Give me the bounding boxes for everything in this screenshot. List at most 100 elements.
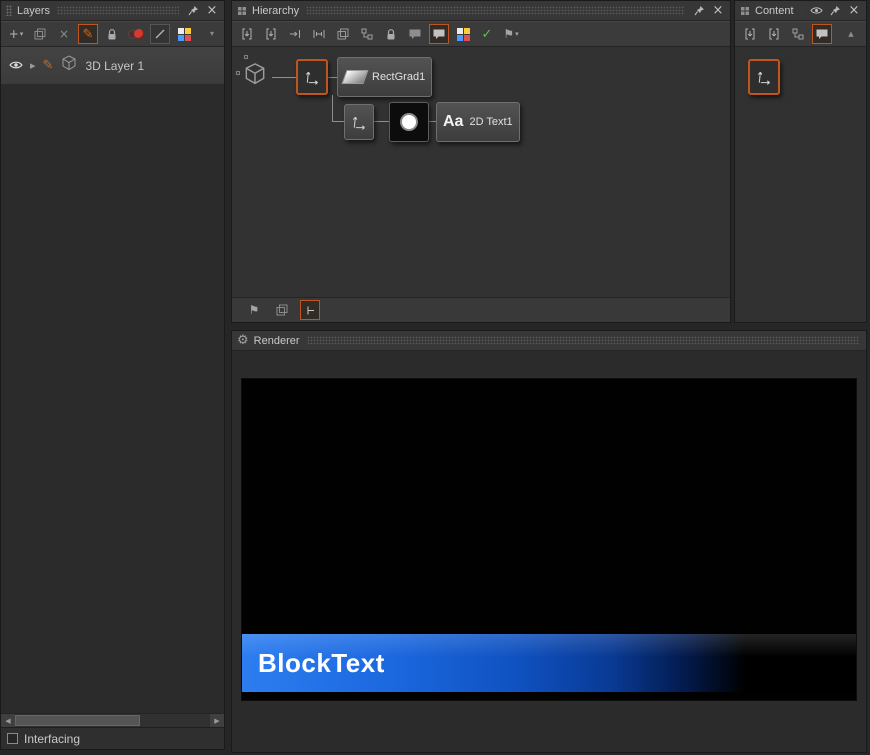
- titlebar-texture: [307, 336, 859, 345]
- import-bracket-button[interactable]: [237, 24, 257, 44]
- scrollbar-track[interactable]: [15, 714, 210, 727]
- node-colors-button[interactable]: [453, 24, 473, 44]
- renderer-panel-title: Renderer: [254, 335, 300, 347]
- layers-panel-title: Layers: [17, 5, 50, 17]
- transform-node-selected[interactable]: [296, 59, 328, 95]
- lock-layer-button[interactable]: [102, 24, 122, 44]
- lock-node-button[interactable]: [381, 24, 401, 44]
- export-bracket-button[interactable]: [261, 24, 281, 44]
- content-list[interactable]: [735, 47, 866, 322]
- content-transform-item-selected[interactable]: [748, 59, 780, 95]
- interfacing-checkbox[interactable]: [7, 733, 18, 744]
- add-layer-button[interactable]: +▾: [6, 24, 26, 44]
- application-window: Layers × +▾ × ✎: [0, 0, 870, 755]
- node-label: 2D Text1: [469, 116, 512, 128]
- snap-to-edge-button[interactable]: [285, 24, 305, 44]
- material-node[interactable]: [389, 102, 429, 142]
- edit-pencil-icon[interactable]: ✎: [43, 58, 54, 73]
- layer-row[interactable]: ▸ ✎ 3D Layer 1: [1, 47, 224, 85]
- expand-arrow-icon[interactable]: ▸: [30, 59, 36, 72]
- eye-icon[interactable]: [809, 4, 823, 18]
- layer-list: ▸ ✎ 3D Layer 1: [1, 47, 224, 713]
- renderer-titlebar[interactable]: ⚙ Renderer: [232, 331, 866, 351]
- node-connector: [332, 95, 333, 122]
- record-icon: [128, 29, 144, 39]
- duplicate-node-button[interactable]: [333, 24, 353, 44]
- titlebar-texture: [306, 6, 685, 15]
- distribute-horizontal-button[interactable]: [309, 24, 329, 44]
- close-icon[interactable]: ×: [711, 4, 725, 18]
- slash-icon: [154, 28, 166, 40]
- content-panel: Content × ▲: [734, 0, 867, 323]
- pin-icon[interactable]: [828, 4, 842, 18]
- line-tool-button[interactable]: [150, 24, 170, 44]
- layers-filter-button[interactable]: [272, 300, 292, 320]
- layer-name: 3D Layer 1: [85, 59, 144, 73]
- colors-button[interactable]: [174, 24, 194, 44]
- close-icon[interactable]: ×: [847, 4, 861, 18]
- content-titlebar[interactable]: Content ×: [735, 1, 866, 21]
- node-connector: [429, 121, 436, 122]
- duplicate-icon: [337, 28, 349, 40]
- node-label: RectGrad1: [372, 71, 425, 83]
- renderer-panel: ⚙ Renderer BlockText: [231, 330, 867, 753]
- interfacing-label: Interfacing: [24, 732, 80, 746]
- flag-icon: ⚑: [503, 28, 514, 40]
- branch-view-toggle[interactable]: [300, 300, 320, 320]
- edit-layer-button[interactable]: ✎: [78, 24, 98, 44]
- import-bracket-button[interactable]: [740, 24, 760, 44]
- bracket-down-icon: [266, 28, 276, 40]
- 3d-cube-icon: [242, 61, 268, 87]
- scroll-up-arrow[interactable]: ▲: [841, 24, 861, 44]
- node-tree-icon: [792, 28, 804, 40]
- circle-icon: [400, 113, 418, 131]
- hierarchy-toolbar: ✓ ⚑▾: [232, 21, 730, 47]
- flag-menu-button[interactable]: ⚑▾: [501, 24, 521, 44]
- branch-icon: [305, 305, 316, 316]
- content-panel-title: Content: [755, 5, 794, 17]
- 3d-cube-icon: [60, 54, 78, 77]
- comment-visible-toggle[interactable]: [429, 24, 449, 44]
- duplicate-icon: [276, 304, 288, 316]
- colors-icon: [178, 28, 191, 41]
- node-connector: [374, 121, 389, 122]
- pin-icon[interactable]: [692, 4, 706, 18]
- node-graph[interactable]: RectGrad1 Aa 2D Text1: [232, 47, 730, 297]
- interfacing-bar: Interfacing: [1, 727, 224, 749]
- visibility-eye-icon[interactable]: [9, 57, 23, 75]
- check-icon: ✓: [482, 28, 493, 41]
- transform-node[interactable]: [344, 104, 374, 140]
- node-tree-button[interactable]: [357, 24, 377, 44]
- connector-socket: [236, 71, 240, 75]
- close-icon[interactable]: ×: [205, 4, 219, 18]
- layers-panel: Layers × +▾ × ✎: [0, 0, 225, 750]
- speech-bubble-icon: [432, 28, 446, 40]
- panel-menu-arrow[interactable]: ▾: [202, 24, 222, 44]
- axis-icon: [756, 66, 772, 88]
- axis-icon: [304, 66, 320, 88]
- comment-visible-toggle[interactable]: [812, 24, 832, 44]
- record-toggle-button[interactable]: [126, 24, 146, 44]
- banner-text: BlockText: [258, 648, 385, 679]
- flag-filter-button[interactable]: ⚑: [244, 300, 264, 320]
- horizontal-scrollbar[interactable]: ◀ ▶: [1, 713, 224, 727]
- pin-icon[interactable]: [186, 4, 200, 18]
- text-node[interactable]: Aa 2D Text1: [436, 102, 520, 142]
- scrollbar-thumb[interactable]: [15, 715, 140, 726]
- scroll-left-arrow[interactable]: ◀: [1, 714, 15, 727]
- gear-icon: ⚙: [237, 334, 249, 347]
- titlebar-texture: [57, 6, 179, 15]
- export-bracket-button[interactable]: [764, 24, 784, 44]
- node-tree-button[interactable]: [788, 24, 808, 44]
- render-viewport[interactable]: BlockText: [241, 378, 857, 701]
- scene-root-node[interactable]: [242, 61, 268, 92]
- duplicate-layer-button[interactable]: [30, 24, 50, 44]
- rectgrad-node[interactable]: RectGrad1: [337, 57, 432, 97]
- scroll-right-arrow[interactable]: ▶: [210, 714, 224, 727]
- hierarchy-titlebar[interactable]: Hierarchy ×: [232, 1, 730, 21]
- h-bracket-icon: [313, 29, 325, 39]
- layers-titlebar[interactable]: Layers ×: [1, 1, 224, 21]
- apply-button[interactable]: ✓: [477, 24, 497, 44]
- delete-layer-button[interactable]: ×: [54, 24, 74, 44]
- comment-button[interactable]: [405, 24, 425, 44]
